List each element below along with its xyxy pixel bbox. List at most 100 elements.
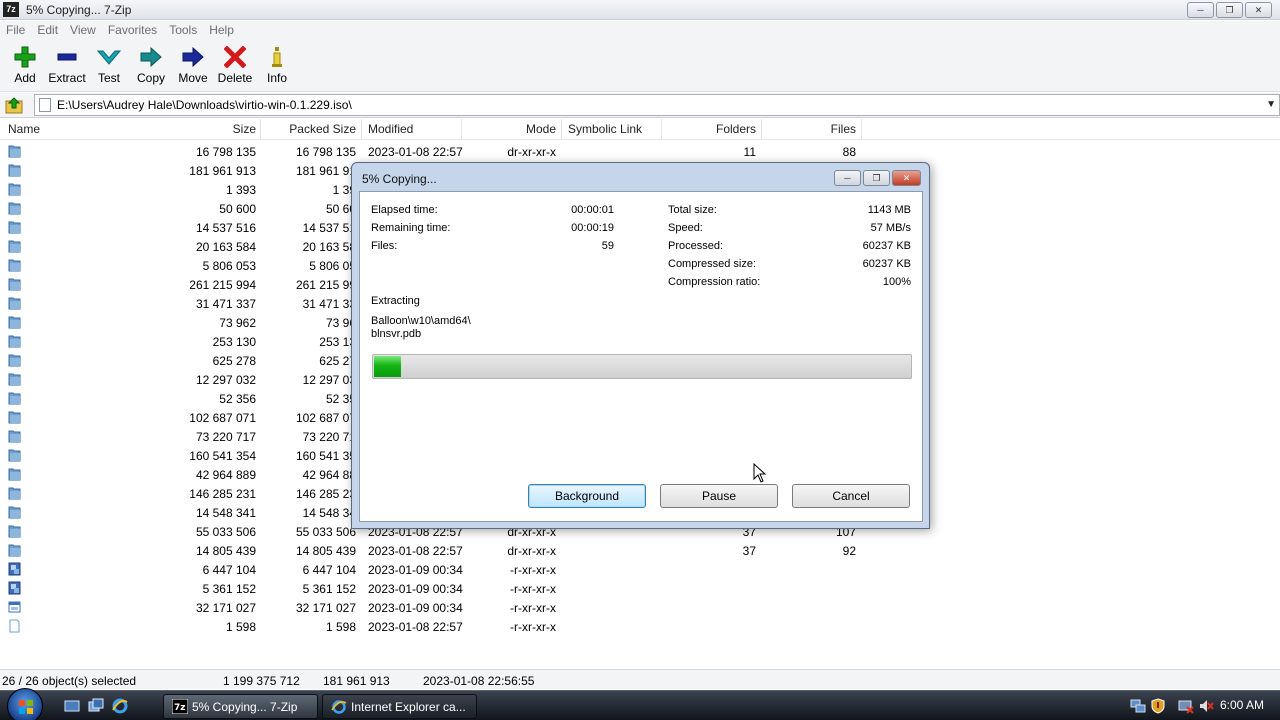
- column-divider[interactable]: [561, 119, 562, 139]
- network-tray-icon[interactable]: [1130, 698, 1146, 714]
- action-label: Extracting: [371, 295, 420, 307]
- taskbar-ie-button[interactable]: Internet Explorer ca...: [322, 694, 477, 719]
- close-button[interactable]: ✕: [1245, 2, 1272, 18]
- column-mode[interactable]: Mode: [480, 122, 556, 136]
- column-folders[interactable]: Folders: [680, 122, 756, 136]
- chevron-down-icon[interactable]: ▼: [1266, 99, 1276, 110]
- dialog-minimize-button[interactable]: ─: [834, 170, 861, 186]
- dialog-restore-button[interactable]: ❐: [863, 170, 890, 186]
- table-row[interactable]: 1 598 1 598 2023-01-08 22:57 -r-xr-xr-x: [0, 617, 1280, 636]
- path-input[interactable]: E:\Users\Audrey Hale\Downloads\virtio-wi…: [34, 94, 1280, 116]
- add-button[interactable]: Add: [4, 39, 46, 89]
- move-button[interactable]: Move: [172, 39, 214, 89]
- folder-icon: [8, 391, 21, 405]
- window-title: 5% Copying... 7-Zip: [26, 3, 132, 17]
- folder-icon: [8, 277, 21, 291]
- table-row[interactable]: 14 805 439 14 805 439 2023-01-08 22:57 dr-x…: [0, 541, 1280, 560]
- folder-up-icon[interactable]: [5, 96, 23, 114]
- menu-tools[interactable]: Tools: [163, 21, 203, 39]
- cell-packed-size: 73 220 71: [302, 430, 356, 444]
- menu-file[interactable]: File: [0, 21, 31, 39]
- pause-button[interactable]: Pause: [660, 484, 778, 508]
- cell-size: 160 541 354: [189, 449, 256, 463]
- cell-modified: 2023-01-08 22:57: [368, 544, 463, 558]
- switch-windows-icon[interactable]: [88, 698, 104, 714]
- column-divider[interactable]: [361, 119, 362, 139]
- window-file-icon: [8, 600, 21, 614]
- folder-icon: [8, 429, 21, 443]
- folder-icon: [8, 315, 21, 329]
- check-icon: [96, 45, 122, 69]
- column-divider[interactable]: [260, 119, 261, 139]
- show-desktop-icon[interactable]: [64, 698, 80, 714]
- column-name[interactable]: Name: [8, 122, 40, 136]
- progress-bar: [372, 354, 912, 379]
- internet-explorer-icon[interactable]: [112, 698, 128, 714]
- cell-packed-size: 42 964 88: [302, 468, 356, 482]
- cell-size: 20 163 584: [195, 240, 256, 254]
- move-arrow-icon: [180, 45, 206, 69]
- cancel-button[interactable]: Cancel: [792, 484, 910, 508]
- menu-favorites[interactable]: Favorites: [102, 21, 163, 39]
- menu-view[interactable]: View: [64, 21, 102, 39]
- column-packed-size[interactable]: Packed Size: [262, 122, 356, 136]
- mouse-cursor-icon: [753, 462, 767, 483]
- cell-size: 32 171 027: [195, 601, 256, 615]
- background-button[interactable]: Background: [528, 484, 646, 508]
- move-label: Move: [178, 71, 208, 85]
- test-button[interactable]: Test: [88, 39, 130, 89]
- column-size[interactable]: Size: [180, 122, 256, 136]
- cell-folders: 11: [743, 145, 756, 159]
- folder-icon: [8, 524, 21, 538]
- extract-button[interactable]: Extract: [46, 39, 88, 89]
- dialog-title: 5% Copying...: [362, 172, 437, 186]
- menu-help[interactable]: Help: [203, 21, 240, 39]
- cell-size: 73 220 717: [195, 430, 256, 444]
- dialog-close-button[interactable]: ✕: [892, 170, 921, 186]
- folder-icon: [8, 543, 21, 557]
- column-files[interactable]: Files: [780, 122, 856, 136]
- restore-button[interactable]: ❐: [1216, 2, 1243, 18]
- speed-value: 57 MB/s: [870, 222, 911, 234]
- folder-icon: [8, 258, 21, 272]
- table-row[interactable]: 6 447 104 6 447 104 2023-01-09 00:34 -r-xr-…: [0, 560, 1280, 579]
- info-icon: [264, 45, 290, 69]
- copy-button[interactable]: Copy: [130, 39, 172, 89]
- add-label: Add: [14, 71, 36, 85]
- cell-packed-size: 55 033 506: [295, 525, 356, 539]
- security-shield-tray-icon[interactable]: [1150, 698, 1166, 714]
- taskbar-clock[interactable]: 6:00 AM: [1220, 698, 1264, 712]
- column-divider[interactable]: [861, 119, 862, 139]
- folder-icon: [8, 163, 21, 177]
- column-divider[interactable]: [761, 119, 762, 139]
- current-file: blnsvr.pdb: [371, 328, 422, 340]
- volume-muted-tray-icon[interactable]: [1198, 698, 1214, 714]
- elapsed-value: 00:00:01: [571, 204, 614, 216]
- table-row[interactable]: 5 361 152 5 361 152 2023-01-09 00:34 -r-xr-…: [0, 579, 1280, 598]
- info-button[interactable]: Info: [256, 39, 298, 89]
- delete-button[interactable]: Delete: [214, 39, 256, 89]
- cell-packed-size: 32 171 027: [295, 601, 356, 615]
- minimize-button[interactable]: ─: [1187, 2, 1214, 18]
- cell-modified: 2023-01-09 00:34: [368, 563, 463, 577]
- cell-size: 6 447 104: [202, 563, 256, 577]
- table-row[interactable]: 32 171 027 32 171 027 2023-01-09 00:34 -r-x…: [0, 598, 1280, 617]
- taskbar-7zip-button[interactable]: 7z 5% Copying... 7-Zip: [163, 694, 318, 719]
- start-button[interactable]: [7, 688, 43, 720]
- cell-files: 92: [842, 544, 856, 558]
- dialog-window-controls: ─ ❐ ✕: [834, 170, 921, 186]
- cell-packed-size: 52 35: [325, 392, 356, 406]
- table-row[interactable]: 16 798 135 16 798 135 2023-01-08 22:57 dr-x…: [0, 142, 1280, 161]
- menu-edit[interactable]: Edit: [31, 21, 64, 39]
- cell-packed-size: 1 598: [325, 620, 356, 634]
- cell-size: 12 297 032: [195, 373, 256, 387]
- column-divider[interactable]: [661, 119, 662, 139]
- network-alert-tray-icon[interactable]: [1178, 698, 1194, 714]
- column-symbolic-link[interactable]: Symbolic Link: [568, 122, 642, 136]
- cell-mode: -r-xr-xr-x: [510, 563, 556, 577]
- cell-size: 181 961 913: [189, 164, 256, 178]
- column-modified[interactable]: Modified: [368, 122, 413, 136]
- cell-packed-size: 16 798 135: [295, 145, 356, 159]
- cell-packed-size: 261 215 99: [295, 278, 356, 292]
- column-divider[interactable]: [461, 119, 462, 139]
